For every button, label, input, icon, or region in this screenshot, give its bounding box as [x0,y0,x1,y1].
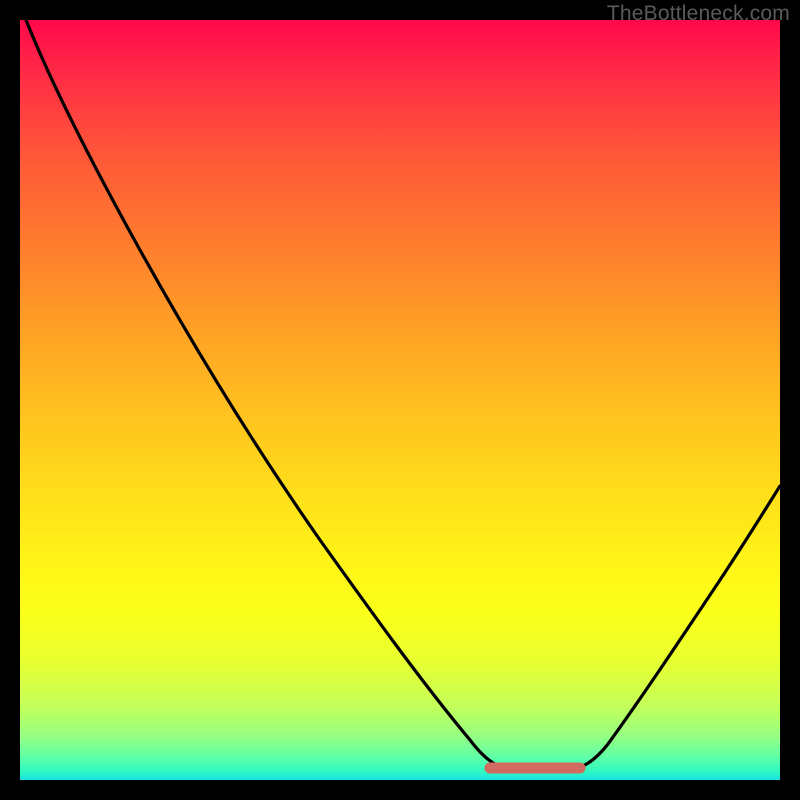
bottleneck-curve [20,20,780,780]
plot-area [20,20,780,780]
attribution-label: TheBottleneck.com [607,2,790,26]
chart-frame: TheBottleneck.com [0,0,800,800]
